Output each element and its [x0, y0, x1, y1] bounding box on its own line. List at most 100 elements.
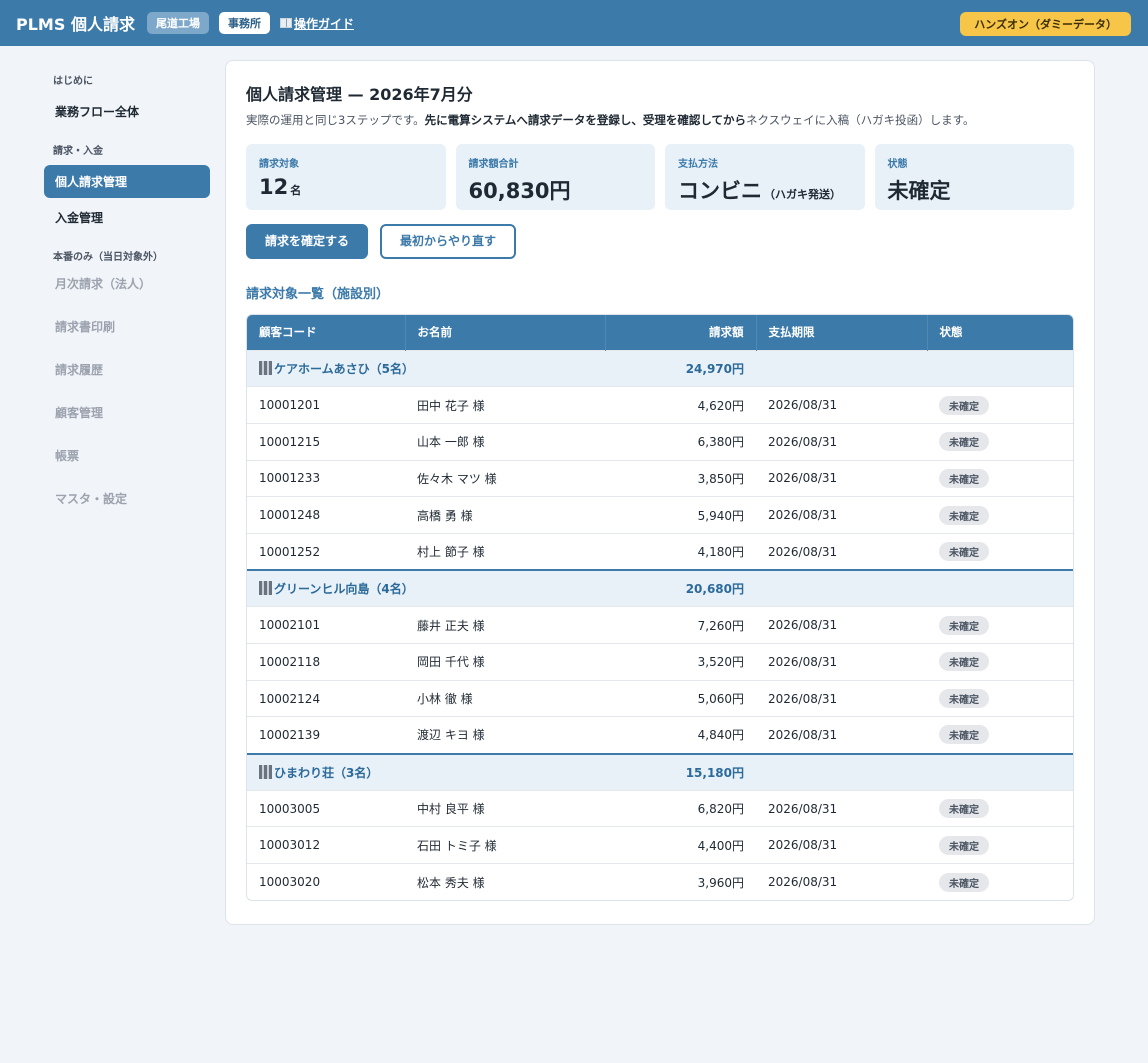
customer-name: 小林 徹 様	[405, 679, 605, 717]
stat-total: 請求額合計 60,830円	[455, 144, 655, 210]
col-status[interactable]: 状態	[927, 315, 1073, 350]
customer-name: 田中 花子 様	[405, 386, 605, 424]
page-description: 実際の運用と同じ3ステップです。先に電算システムへ請求データを登録し、受理を確認…	[246, 113, 975, 127]
table-row[interactable]: 10001248 高橋 勇 様 5,940円 2026/08/31 未確定	[247, 496, 1073, 534]
due-date: 2026/08/31	[756, 459, 927, 497]
col-name[interactable]: お名前	[405, 315, 606, 350]
table-row[interactable]: 10001215 山本 一郎 様 6,380円 2026/08/31 未確定	[247, 422, 1073, 461]
status-badge: 未確定	[939, 615, 989, 635]
due-date: 2026/08/31	[756, 863, 927, 901]
customer-name: 藤井 正夫 様	[405, 606, 605, 644]
billing-amount: 4,400円	[605, 826, 756, 864]
customer-name: 石田 トミ子 様	[405, 826, 605, 864]
table-row[interactable]: 10003012 石田 トミ子 様 4,400円 2026/08/31 未確定	[247, 826, 1073, 864]
due-date: 2026/08/31	[756, 386, 927, 424]
facility-name: ひまわり荘（3名）	[247, 752, 605, 791]
facility-subtotal: 24,970円	[605, 349, 756, 387]
due-date: 2026/08/31	[756, 422, 927, 461]
facility-subtotal: 20,680円	[605, 569, 756, 607]
summary-stats: 請求対象 12 名 請求額合計 60,830円 支払方法 コンビニ （ハガキ発送） …	[246, 144, 1074, 210]
facility-name: ケアホームあさひ（5名）	[247, 349, 605, 387]
confirm-billing-button[interactable]: 請求を確定する	[246, 224, 369, 259]
status-badge: 未確定	[939, 689, 989, 709]
table-row[interactable]: 10003020 松本 秀夫 様 3,960円 2026/08/31 未確定	[247, 863, 1073, 901]
demo-badge: ハンズオン（ダミーデータ）	[960, 12, 1131, 36]
table-row[interactable]: 10001201 田中 花子 様 4,620円 2026/08/31 未確定	[247, 386, 1073, 424]
sidebar-item-disabled: 顧客管理	[55, 406, 104, 420]
sidebar-item-disabled: 請求書印刷	[55, 320, 116, 334]
due-date: 2026/08/31	[756, 606, 927, 644]
customer-code: 10003005	[247, 789, 405, 827]
due-date: 2026/08/31	[756, 716, 927, 754]
action-buttons: 請求を確定する 最初からやり直す	[246, 224, 1074, 259]
stat-payment-method: 支払方法 コンビニ （ハガキ発送）	[665, 144, 865, 210]
table-row[interactable]: 10002101 藤井 正夫 様 7,260円 2026/08/31 未確定	[247, 606, 1073, 644]
col-code[interactable]: 顧客コード	[247, 315, 406, 350]
guide-link[interactable]: 操作ガイド	[279, 15, 354, 32]
sidebar-item-disabled: マスタ・設定	[55, 492, 128, 506]
table-row[interactable]: 10002124 小林 徹 様 5,060円 2026/08/31 未確定	[247, 679, 1073, 717]
table-row[interactable]: 10002139 渡辺 キヨ 様 4,840円 2026/08/31 未確定	[247, 716, 1073, 754]
customer-name: 岡田 千代 様	[405, 643, 605, 681]
app-title: PLMS 個人請求	[16, 15, 135, 34]
sidebar-item-flow[interactable]: 業務フロー全体	[44, 95, 210, 128]
top-bar: PLMS 個人請求 尾道工場 事務所 操作ガイド ハンズオン（ダミーデータ）	[0, 0, 1148, 46]
sidebar-item-personal-billing[interactable]: 個人請求管理	[44, 165, 210, 198]
col-due[interactable]: 支払期限	[756, 315, 928, 350]
sidebar-item-disabled: 月次請求（法人）	[55, 277, 152, 291]
facility-group-row: グリーンヒル向島（4名） 20,680円	[247, 569, 1073, 607]
billing-table: 顧客コード お名前 請求額 支払期限 状態 ケアホームあさひ（5名） 24,970…	[246, 314, 1074, 902]
billing-amount: 5,060円	[605, 679, 756, 717]
table-row[interactable]: 10002118 岡田 千代 様 3,520円 2026/08/31 未確定	[247, 643, 1073, 681]
due-date: 2026/08/31	[756, 826, 927, 864]
building-icon	[259, 581, 272, 596]
facility-name: グリーンヒル向島（4名）	[247, 569, 605, 607]
sidebar: はじめに 業務フロー全体 請求・入金 個人請求管理 入金管理 本番のみ（当日対象…	[44, 72, 210, 525]
customer-name: 中村 良平 様	[405, 789, 605, 827]
table-row[interactable]: 10003005 中村 良平 様 6,820円 2026/08/31 未確定	[247, 789, 1073, 827]
customer-code: 10001252	[247, 532, 405, 571]
factory-chip[interactable]: 尾道工場	[146, 12, 209, 34]
book-icon	[279, 18, 292, 28]
facility-group-row: ひまわり荘（3名） 15,180円	[247, 752, 1073, 791]
sidebar-section-production: 本番のみ（当日対象外）	[53, 252, 163, 263]
billing-amount: 5,940円	[605, 496, 756, 534]
customer-code: 10003020	[247, 863, 405, 901]
status-badge: 未確定	[939, 468, 989, 488]
due-date: 2026/08/31	[756, 496, 927, 534]
sidebar-item-disabled: 帳票	[55, 449, 80, 463]
status-badge: 未確定	[939, 799, 989, 819]
due-date: 2026/08/31	[756, 532, 927, 571]
stat-target: 請求対象 12 名	[246, 144, 446, 210]
table-header-row: 顧客コード お名前 請求額 支払期限 状態	[247, 315, 1073, 350]
status-badge: 未確定	[939, 395, 989, 415]
billing-amount: 4,620円	[605, 386, 756, 424]
sidebar-item-payment[interactable]: 入金管理	[44, 201, 210, 234]
status-badge: 未確定	[939, 835, 989, 855]
billing-list-title: 請求対象一覧（施設別）	[246, 287, 390, 302]
table-row[interactable]: 10001252 村上 節子 様 4,180円 2026/08/31 未確定	[247, 532, 1073, 571]
status-badge: 未確定	[939, 505, 989, 525]
due-date: 2026/08/31	[756, 679, 927, 717]
customer-code: 10001215	[247, 422, 405, 461]
main-card: 個人請求管理 — 2026年7月分 実際の運用と同じ3ステップです。先に電算シス…	[225, 60, 1095, 925]
sidebar-section-intro: はじめに	[53, 76, 93, 87]
status-badge: 未確定	[939, 872, 989, 892]
guide-link-label: 操作ガイド	[293, 16, 354, 31]
billing-amount: 3,850円	[605, 459, 756, 497]
billing-amount: 6,380円	[605, 422, 756, 461]
customer-name: 村上 節子 様	[405, 532, 605, 571]
office-chip[interactable]: 事務所	[218, 12, 270, 34]
customer-code: 10001201	[247, 386, 405, 424]
billing-amount: 4,180円	[605, 532, 756, 571]
building-icon	[259, 764, 272, 779]
customer-code: 10002118	[247, 643, 405, 681]
table-row[interactable]: 10001233 佐々木 マツ 様 3,850円 2026/08/31 未確定	[247, 459, 1073, 497]
page-title: 個人請求管理 — 2026年7月分	[246, 85, 473, 104]
restart-button[interactable]: 最初からやり直す	[380, 224, 517, 259]
sidebar-section-billing: 請求・入金	[53, 146, 103, 157]
billing-amount: 4,840円	[605, 716, 756, 754]
billing-amount: 7,260円	[605, 606, 756, 644]
col-amount[interactable]: 請求額	[605, 315, 757, 350]
billing-amount: 3,520円	[605, 643, 756, 681]
